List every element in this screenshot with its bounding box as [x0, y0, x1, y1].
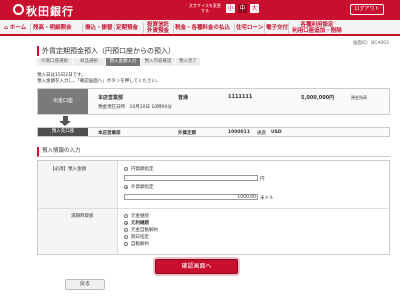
nav-home[interactable]: ⌂ ホーム — [4, 20, 26, 36]
back-button[interactable]: 戻る — [65, 279, 105, 290]
bank-logo-icon — [13, 4, 24, 15]
source-balance: 5,000,000円 — [301, 95, 335, 101]
maturity-option-cancel-radio[interactable] — [124, 242, 128, 246]
nav-divider — [30, 23, 31, 33]
logout-button[interactable]: ログアウト — [350, 4, 384, 15]
nav-settings[interactable]: 各種利用設定 利用口座追加・削除 — [291, 20, 343, 36]
source-account-type: 普通 — [178, 95, 189, 101]
nav-transfer[interactable]: 振込・振替 — [85, 20, 113, 36]
screen-id: 画面ID：BCA003 — [352, 41, 389, 46]
nav-e-delivery[interactable]: 電子交付 — [266, 20, 288, 36]
source-branch: 本店営業部 — [98, 95, 124, 101]
maturity-option-auto-cancel-radio[interactable] — [124, 228, 128, 232]
yen-amount-option-label: 円貨額指定 — [131, 167, 154, 172]
dest-branch: 本店営業部 — [98, 130, 121, 136]
nav-divider — [264, 23, 265, 33]
nav-divider — [82, 23, 83, 33]
maturity-option-label: 期日指定 — [131, 235, 149, 240]
maturity-label-cell: 満期時取扱 — [38, 209, 118, 254]
yen-amount-radio[interactable] — [124, 167, 128, 171]
maturity-option-principal-radio[interactable] — [124, 214, 128, 218]
nav-investment[interactable]: 投資信託 外貨預金 — [145, 20, 171, 36]
maturity-option-label: 自動解約 — [131, 242, 149, 247]
foreign-amount-option-label: 外貨額指定 — [131, 185, 154, 190]
source-balance-suffix: 預金残高 — [351, 94, 367, 100]
foreign-amount-radio[interactable] — [124, 185, 128, 189]
dest-account-label: 預入先口座 — [38, 128, 88, 136]
font-size-medium-button[interactable]: 中 — [238, 4, 247, 13]
font-size-label: 文字サイズを変更する — [189, 3, 221, 13]
yen-unit: 円 — [260, 177, 265, 182]
input-section-title: 預入情報の入力 — [37, 147, 390, 157]
bank-name: 秋田銀行 — [26, 5, 74, 18]
font-size-small-button[interactable]: 小 — [226, 4, 235, 13]
nav-divider — [288, 23, 289, 33]
amount-label-cell: 【必須】 預入金額 — [38, 161, 118, 208]
dest-currency-label: 通貨 — [257, 130, 266, 136]
app-header: 秋田銀行 文字サイズを変更する 小 中 大 ログアウト — [0, 0, 400, 20]
home-icon: ⌂ — [4, 25, 8, 31]
maturity-option-date-radio[interactable] — [124, 235, 128, 239]
flow-arrow-head-icon — [59, 121, 71, 126]
deposit-form: 【必須】 預入金額 円貨額指定 円 外貨額指定 1000.00 米ドル 満期時取… — [37, 160, 390, 255]
nav-divider — [143, 23, 144, 33]
nav-divider — [114, 23, 115, 33]
instruction-text: 預入金額を入力し、「確認画面へ」ボタンを押してください。 — [37, 79, 161, 84]
nav-time-deposit[interactable]: 定期預金 — [116, 20, 138, 36]
amount-row: 【必須】 預入金額 円貨額指定 円 外貨額指定 1000.00 米ドル — [38, 161, 389, 209]
dest-account-panel: 預入先口座 本店営業部 外貨定期 1000011 通貨 USD — [37, 127, 390, 137]
source-account-label: 出金口座 — [38, 89, 88, 114]
step-5: 預入完了 — [176, 58, 200, 66]
yen-amount-input[interactable] — [124, 175, 258, 181]
maturity-option-label: 元利継続 — [131, 221, 149, 226]
nav-balance[interactable]: 残高・明細照会 — [33, 20, 72, 36]
amount-label: 預入金額 — [68, 167, 86, 172]
step-3-current: 預入金額入力 — [106, 58, 140, 66]
source-balance-timestamp: 預金現在日時 10月20日 10時00分 — [98, 105, 172, 110]
foreign-amount-input[interactable]: 1000.00 — [124, 194, 258, 200]
confirm-button[interactable]: 確認画面へ — [155, 259, 238, 274]
nav-divider — [173, 23, 174, 33]
foreign-unit: 米ドル — [260, 196, 274, 201]
dest-account-type: 外貨定期 — [178, 130, 196, 136]
required-badge: 【必須】 — [50, 167, 68, 172]
maturity-label: 満期時取扱 — [71, 214, 94, 219]
step-1: 引落口座選択 — [37, 58, 72, 66]
source-account-panel: 出金口座 本店営業部 普通 1111111 5,000,000円 預金残高 預金… — [37, 88, 390, 115]
font-size-large-button[interactable]: 大 — [250, 4, 259, 13]
step-4: 預入内容確認 — [141, 58, 175, 66]
maturity-option-label: 元金継続 — [131, 214, 149, 219]
nav-housing-loan[interactable]: 住宅ローン — [236, 20, 263, 36]
nav-divider — [234, 23, 235, 33]
nav-tax-payment[interactable]: 税金・各種料金の払込 — [175, 20, 230, 36]
page-title: 外貨定期預金預入（円預口座からの預入） — [37, 46, 175, 56]
main-nav: ⌂ ホーム 残高・明細照会 振込・振替 定期預金 投資信託 外貨預金 税金・各種… — [0, 20, 400, 36]
source-account-number: 1111111 — [228, 94, 253, 100]
step-2: 商品選択 — [73, 58, 105, 66]
dest-account-number: 1000011 — [228, 129, 250, 135]
maturity-option-label: 元金自動解約 — [131, 228, 158, 233]
dest-currency: USD — [271, 129, 282, 135]
maturity-option-principal-interest-radio[interactable] — [124, 221, 128, 225]
